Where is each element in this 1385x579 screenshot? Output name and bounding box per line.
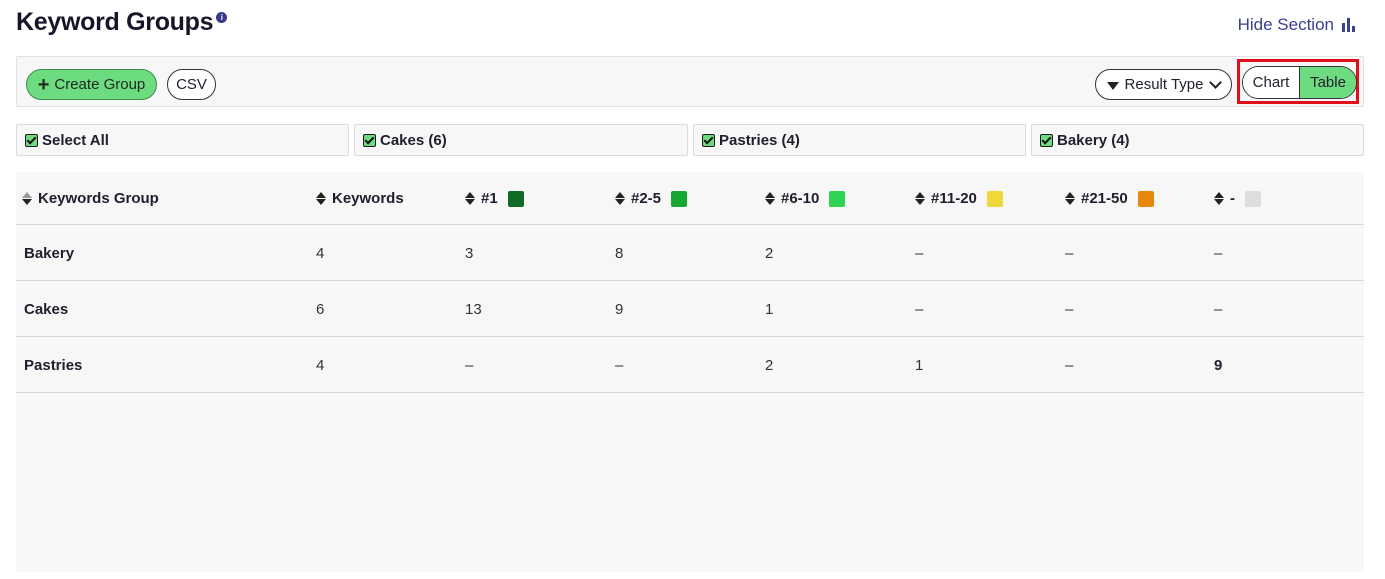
table-cell: – [1065,300,1074,318]
chart-view-label: Chart [1252,74,1290,91]
column-header-label: #6-10 [781,190,820,207]
group-checkbox-label: Cakes (6) [380,131,447,149]
checkbox-checked-icon [363,133,376,147]
table-cell: 2 [765,244,774,262]
create-group-label: Create Group [54,76,146,93]
checkbox-checked-icon [25,133,38,147]
column-header-keywords[interactable]: Keywords [316,172,404,225]
toolbar: + Create Group CSV Result Type Chart Tab… [16,56,1364,107]
table-row[interactable]: Pastries 4 – – 2 1 – 9 [16,337,1364,393]
column-header-label: #21-50 [1081,190,1128,207]
color-swatch [671,190,688,207]
chevron-down-icon [1209,76,1223,89]
table-cell: 9 [615,300,624,318]
filter-icon [1106,81,1119,90]
column-header-keywords-group[interactable]: Keywords Group [22,172,159,225]
column-header-label: Keywords Group [38,190,159,207]
table-cell: – [915,244,924,262]
sort-icon [615,192,625,205]
group-checkbox-select-all[interactable]: Select All [16,124,349,156]
group-checkbox-cakes[interactable]: Cakes (6) [354,124,688,156]
table-cell: – [1214,244,1223,262]
table-cell: 3 [465,244,474,262]
column-header-label: #2-5 [631,190,662,207]
keyword-groups-table: Keywords Group Keywords #1 #2-5 #6-10 #1… [16,172,1364,572]
chart-view-button[interactable]: Chart [1243,67,1300,98]
table-cell: 2 [765,356,774,374]
table-cell: – [1214,300,1223,318]
column-header-unranked[interactable]: - [1214,172,1261,225]
csv-button[interactable]: CSV [167,69,216,100]
sort-icon [765,192,775,205]
plus-icon: + [37,73,50,96]
group-checkbox-label: Bakery (4) [1057,131,1130,149]
table-cell: – [615,356,624,374]
table-cell: 8 [615,244,624,262]
table-cell: 9 [1214,356,1223,374]
view-toggle: Chart Table [1242,66,1357,99]
sort-icon [316,192,326,205]
column-header-label: - [1230,190,1235,207]
hide-section-label: Hide Section [1237,15,1334,34]
table-row[interactable]: Bakery 4 3 8 2 – – – [16,225,1364,281]
column-header-label: #11-20 [931,190,977,207]
table-cell: Pastries [24,356,83,374]
checkbox-checked-icon [702,133,715,147]
table-cell: – [1065,244,1074,262]
color-swatch [986,190,1003,207]
sort-icon [465,192,475,205]
table-view-button[interactable]: Table [1300,67,1356,98]
table-cell: – [465,356,474,374]
table-cell: 13 [465,300,482,318]
table-cell: 1 [915,356,924,374]
column-header-rank-6-10[interactable]: #6-10 [765,172,846,225]
page-title-text: Keyword Groups [16,8,214,36]
table-cell: – [1065,356,1074,374]
column-header-rank-2-5[interactable]: #2-5 [615,172,688,225]
table-cell: 1 [765,300,774,318]
table-cell: Bakery [24,244,75,262]
hide-section-button[interactable]: Hide Section [1238,15,1355,35]
color-swatch [829,190,846,207]
group-checkbox-pastries[interactable]: Pastries (4) [693,124,1026,156]
column-header-rank-1[interactable]: #1 [465,172,524,225]
group-checkbox-bakery[interactable]: Bakery (4) [1031,124,1364,156]
page-title: Keyword Groups i [16,8,228,37]
table-cell: – [915,300,924,318]
sort-icon [22,192,32,205]
info-icon[interactable]: i [216,12,228,23]
color-swatch [507,190,524,207]
table-cell: 4 [316,356,325,374]
color-swatch [1137,190,1154,207]
checkbox-checked-icon [1040,133,1053,147]
table-row[interactable]: Cakes 6 13 9 1 – – – [16,281,1364,337]
group-checkbox-label: Pastries (4) [719,131,800,149]
group-filter-row: Select All Cakes (6) Pastries (4) Bakery… [16,124,1364,156]
group-checkbox-label: Select All [42,131,109,149]
column-header-rank-11-20[interactable]: #11-20 [915,172,1003,225]
table-cell: Cakes [24,300,69,318]
table-cell: 4 [316,244,325,262]
create-group-button[interactable]: + Create Group [26,69,157,100]
sort-icon [915,192,925,205]
result-type-dropdown[interactable]: Result Type [1095,69,1232,100]
sort-icon [1214,192,1224,205]
csv-label: CSV [176,76,207,93]
result-type-label: Result Type [1124,76,1204,93]
color-swatch [1245,190,1261,207]
table-cell: 6 [316,300,325,318]
column-header-label: Keywords [332,190,404,207]
table-header: Keywords Group Keywords #1 #2-5 #6-10 #1… [16,172,1364,225]
column-header-label: #1 [481,190,498,207]
table-view-label: Table [1310,74,1346,91]
sort-icon [1065,192,1075,205]
column-header-rank-21-50[interactable]: #21-50 [1065,172,1154,225]
bar-chart-icon [1342,18,1355,32]
